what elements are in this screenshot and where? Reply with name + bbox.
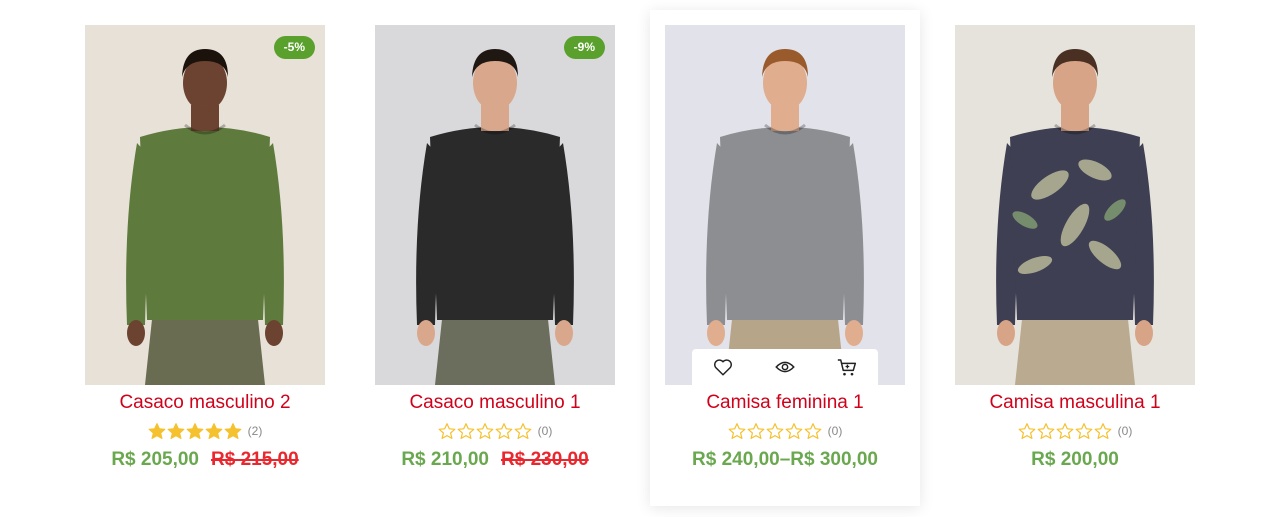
star-icon [167,423,185,439]
product-card[interactable]: -5% Casaco masculino 2 (2) R$ 205,00 R$ … [85,25,325,495]
product-image[interactable] [955,25,1195,385]
review-count: (0) [1117,424,1133,438]
star-icon [728,423,746,439]
star-icon [495,423,513,439]
product-card[interactable]: Camisa masculina 1 (0) R$ 200,00 [955,25,1195,495]
old-price: R$ 215,00 [211,449,299,470]
star-icon [205,423,223,439]
star-icon [1094,423,1112,439]
product-card[interactable]: -9% Casaco masculino 1 (0) R$ 210,00 R$ … [375,25,615,495]
star-rating [148,422,242,440]
star-icon [148,423,166,439]
rating: (0) [955,420,1195,442]
rating: (0) [665,420,905,442]
product-card-hovered[interactable]: Camisa feminina 1 (0) R$ 240,00–R$ 300,0… [650,10,920,506]
rating: (2) [85,420,325,442]
star-icon [457,423,475,439]
cart-icon[interactable] [835,355,859,379]
star-icon [804,423,822,439]
hover-action-bar [692,349,878,385]
star-icon [1037,423,1055,439]
star-rating [1018,422,1112,440]
star-icon [186,423,204,439]
eye-icon[interactable] [773,355,797,379]
star-icon [1018,423,1036,439]
old-price: R$ 230,00 [501,449,589,470]
product-price: R$ 205,00 [111,449,199,470]
review-count: (0) [827,424,843,438]
discount-badge: -5% [273,36,315,59]
star-rating [728,422,822,440]
review-count: (0) [537,424,553,438]
star-icon [785,423,803,439]
product-price: R$ 240,00–R$ 300,00 [692,449,878,470]
rating: (0) [375,420,615,442]
review-count: (2) [247,424,263,438]
product-image[interactable] [665,25,905,385]
product-image[interactable] [85,25,325,385]
star-icon [224,423,242,439]
product-title[interactable]: Camisa feminina 1 [665,391,905,415]
product-title[interactable]: Casaco masculino 1 [375,391,615,415]
product-title[interactable]: Casaco masculino 2 [85,391,325,415]
star-icon [747,423,765,439]
heart-icon[interactable] [711,355,735,379]
star-icon [1075,423,1093,439]
product-price: R$ 210,00 [401,449,489,470]
star-icon [766,423,784,439]
star-icon [476,423,494,439]
star-icon [514,423,532,439]
star-icon [438,423,456,439]
product-image[interactable] [375,25,615,385]
product-title[interactable]: Camisa masculina 1 [955,391,1195,415]
discount-badge: -9% [563,36,605,59]
star-rating [438,422,532,440]
star-icon [1056,423,1074,439]
product-price: R$ 200,00 [1031,449,1119,470]
